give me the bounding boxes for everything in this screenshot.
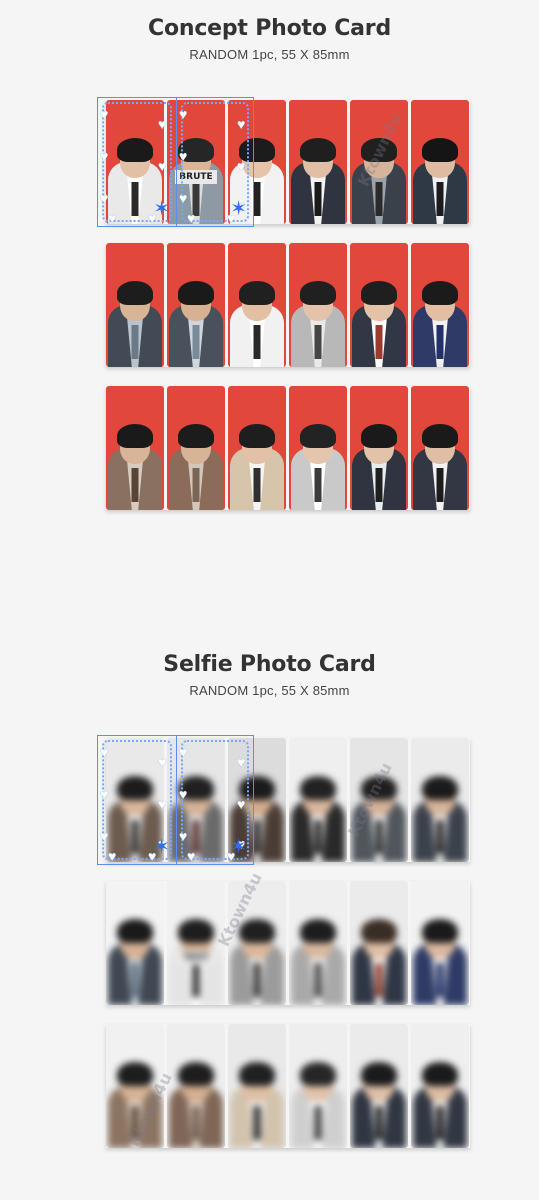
member-photo xyxy=(413,275,467,367)
member-photo xyxy=(413,1056,467,1148)
member-photo xyxy=(291,913,345,1005)
member-photo xyxy=(230,132,284,224)
member-photo xyxy=(230,770,284,862)
photo-card xyxy=(350,243,408,367)
photo-card xyxy=(106,243,164,367)
member-photo xyxy=(291,1056,345,1148)
photo-card xyxy=(228,100,286,224)
member-photo xyxy=(291,770,345,862)
photo-card: TEXT xyxy=(167,881,225,1005)
photo-card xyxy=(228,738,286,862)
photo-card xyxy=(106,881,164,1005)
section-subtitle: RANDOM 1pc, 55 X 85mm xyxy=(189,47,350,62)
photo-card-row: BRUTE xyxy=(106,100,470,224)
photo-card xyxy=(411,243,469,367)
section-subtitle: RANDOM 1pc, 55 X 85mm xyxy=(189,683,350,698)
card-prop-text: TEXT xyxy=(175,951,217,965)
photo-card xyxy=(106,386,164,510)
photo-card xyxy=(411,1024,469,1148)
photo-card xyxy=(167,1024,225,1148)
section-title: Concept Photo Card xyxy=(148,16,391,41)
photo-card xyxy=(289,881,347,1005)
member-photo xyxy=(169,770,223,862)
member-photo xyxy=(413,132,467,224)
photo-card xyxy=(167,386,225,510)
member-photo xyxy=(352,275,406,367)
photo-card xyxy=(228,243,286,367)
member-photo xyxy=(230,275,284,367)
member-photo xyxy=(352,913,406,1005)
member-photo xyxy=(108,418,162,510)
card-prop-text: BRUTE xyxy=(175,170,217,184)
member-photo xyxy=(291,418,345,510)
member-photo xyxy=(413,913,467,1005)
photo-card xyxy=(228,1024,286,1148)
selfie-section-header: Selfie Photo Card RANDOM 1pc, 55 X 85mm xyxy=(0,652,539,698)
member-photo xyxy=(413,770,467,862)
photo-card-row xyxy=(106,738,470,862)
photo-card xyxy=(350,386,408,510)
photo-card xyxy=(289,738,347,862)
member-photo xyxy=(291,132,345,224)
member-photo xyxy=(352,1056,406,1148)
photo-card xyxy=(350,881,408,1005)
photo-card xyxy=(289,1024,347,1148)
photo-card xyxy=(289,243,347,367)
photo-card xyxy=(411,881,469,1005)
member-photo xyxy=(230,1056,284,1148)
photo-card: BRUTE xyxy=(167,100,225,224)
member-photo xyxy=(108,913,162,1005)
member-photo xyxy=(169,1056,223,1148)
section-title: Selfie Photo Card xyxy=(163,652,376,677)
photo-card xyxy=(167,243,225,367)
member-photo xyxy=(108,132,162,224)
member-photo xyxy=(230,418,284,510)
photo-card xyxy=(350,1024,408,1148)
photo-card xyxy=(106,738,164,862)
member-photo xyxy=(413,418,467,510)
photo-card xyxy=(411,738,469,862)
photo-card xyxy=(289,386,347,510)
photo-card xyxy=(289,100,347,224)
member-photo xyxy=(108,770,162,862)
concept-section-header: Concept Photo Card RANDOM 1pc, 55 X 85mm xyxy=(0,16,539,62)
photo-card-row: TEXT xyxy=(106,881,470,1005)
member-photo xyxy=(352,418,406,510)
member-photo xyxy=(169,275,223,367)
member-photo xyxy=(108,275,162,367)
photo-card xyxy=(106,100,164,224)
member-photo xyxy=(291,275,345,367)
member-photo xyxy=(169,418,223,510)
photo-card-row xyxy=(106,386,470,510)
photo-card xyxy=(411,386,469,510)
photo-card-row xyxy=(106,243,470,367)
photo-card xyxy=(411,100,469,224)
photo-card xyxy=(228,386,286,510)
photo-card xyxy=(167,738,225,862)
